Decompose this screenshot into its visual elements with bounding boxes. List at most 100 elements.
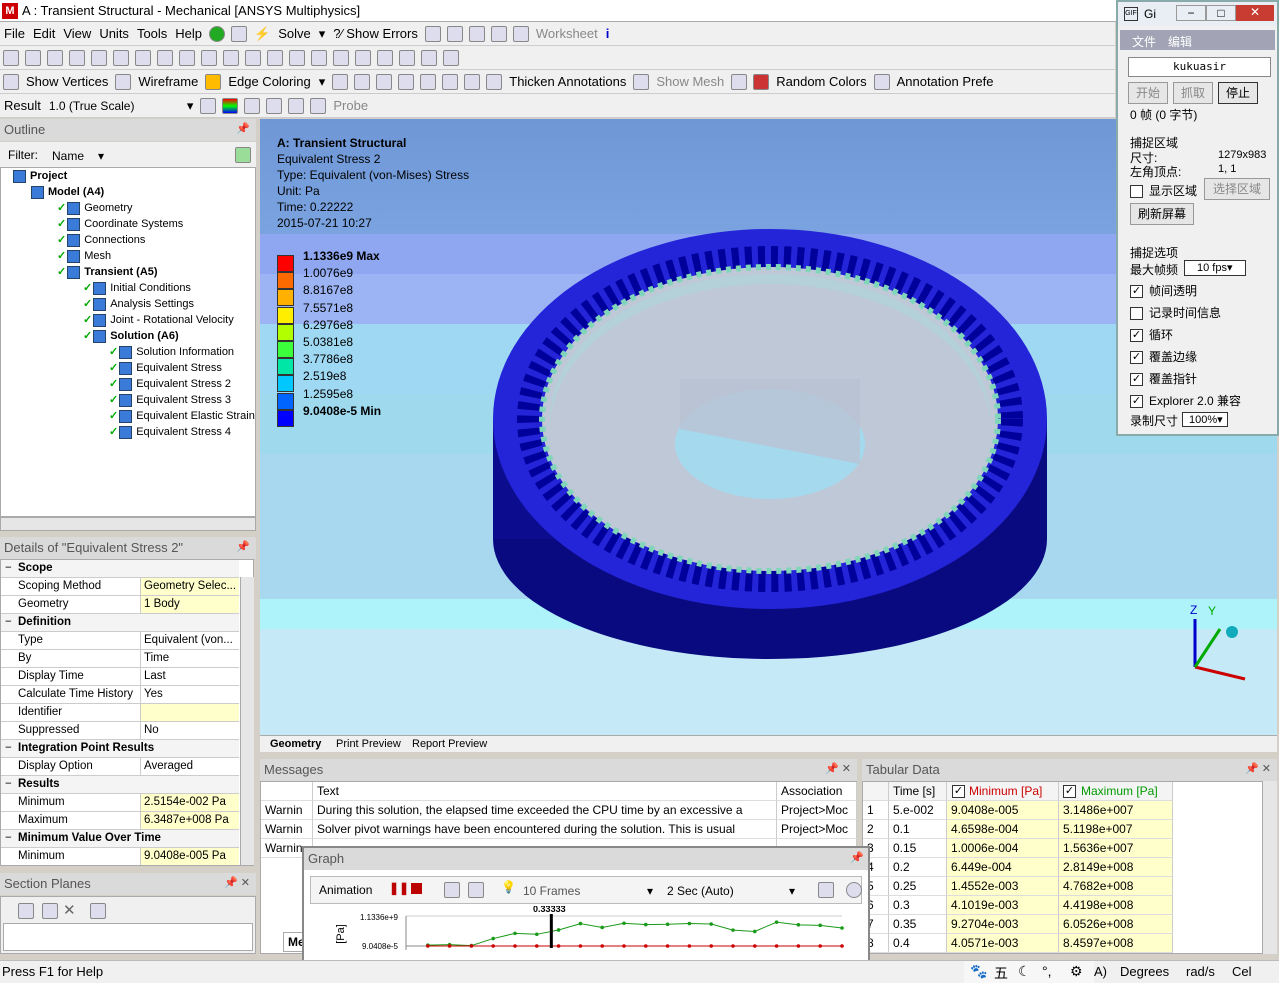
zoom-box-icon[interactable]	[289, 49, 305, 66]
pin-icon[interactable]: 📌	[850, 851, 864, 864]
settings-gear-icon[interactable]: ⚙	[1070, 963, 1083, 980]
moon-icon[interactable]: ☾	[1018, 963, 1031, 980]
geometry-display-icon[interactable]	[200, 97, 217, 114]
pan-icon[interactable]	[245, 49, 261, 66]
tree-item-equivalent-stress-2[interactable]: ✓ Equivalent Stress 2	[109, 376, 231, 392]
triad-axes-icon[interactable]: Z Y	[1180, 599, 1277, 689]
duration-dropdown[interactable]: 2 Sec (Auto)	[667, 884, 734, 898]
gif-option-checkbox[interactable]: ✓	[1130, 395, 1143, 409]
gif-user-field[interactable]: kukuasir	[1128, 57, 1271, 77]
table-cell[interactable]: 2.8149e+008	[1059, 858, 1173, 877]
menu-units[interactable]: Units	[99, 26, 129, 41]
table-cell[interactable]: 4.4198e+008	[1059, 896, 1173, 915]
frames-alt-icon[interactable]	[468, 882, 484, 898]
menu-help[interactable]: Help	[175, 26, 202, 41]
details-scrollbar[interactable]	[240, 577, 254, 865]
contour-icon[interactable]	[222, 97, 239, 114]
ime-toolbar[interactable]: 🐾 五 ☾ °, ⚙	[964, 961, 1094, 983]
table-cell[interactable]: 4.1019e-003	[947, 896, 1059, 915]
menu-tools[interactable]: Tools	[137, 26, 167, 41]
collapse-icon[interactable]: −	[5, 742, 12, 754]
tab-geometry[interactable]: Geometry	[270, 738, 321, 750]
tree-item-joint-rotational-velocity[interactable]: ✓ Joint - Rotational Velocity	[83, 312, 234, 328]
zoom-out-icon[interactable]	[399, 49, 415, 66]
message-assoc-cell[interactable]: Project>Moc	[777, 801, 857, 820]
gif-max-fps-select[interactable]: 10 fps▾	[1184, 260, 1246, 276]
gif-menu-edit[interactable]: 编辑	[1168, 33, 1192, 50]
tree-item-mesh[interactable]: ✓ Mesh	[57, 248, 111, 264]
tree-item-initial-conditions[interactable]: ✓ Initial Conditions	[83, 280, 191, 296]
window-icon[interactable]	[443, 49, 459, 66]
tree-item-solution[interactable]: ✓ Solution (A6)	[83, 328, 179, 344]
gif-menu-file[interactable]: 文件	[1132, 33, 1156, 50]
plane-icon[interactable]	[90, 903, 106, 919]
tag-icon[interactable]	[421, 49, 437, 66]
details-row[interactable]: − Integration Point Results	[1, 740, 239, 758]
close-button[interactable]: ✕	[1236, 5, 1274, 21]
table-cell[interactable]: 0.1	[889, 820, 947, 839]
outline-scrollbar[interactable]	[0, 517, 256, 531]
table-cell[interactable]: 9.0408e-005	[947, 801, 1059, 820]
status-unit-system[interactable]: A)	[1094, 964, 1107, 979]
edge-coloring-button[interactable]: Edge Coloring	[228, 74, 310, 89]
details-value[interactable]: Time	[140, 650, 239, 667]
edit-plane-icon[interactable]	[42, 903, 58, 919]
max-checkbox[interactable]: ✓	[1063, 785, 1076, 798]
gif-grab-button[interactable]: 抓取	[1173, 82, 1213, 104]
min-checkbox[interactable]: ✓	[952, 785, 965, 798]
col-association-header[interactable]: Association	[777, 782, 857, 801]
gif-start-button[interactable]: 开始	[1128, 82, 1168, 104]
details-value[interactable]: Yes	[140, 686, 239, 703]
message-assoc-cell[interactable]: Project>Moc	[777, 820, 857, 839]
punct-icon[interactable]: °,	[1042, 963, 1052, 979]
gif-select-area-button[interactable]: 选择区域	[1204, 178, 1270, 200]
table-cell[interactable]: 1	[863, 801, 889, 820]
tree-item-equivalent-stress-3[interactable]: ✓ Equivalent Stress 3	[109, 392, 231, 408]
min-icon[interactable]	[310, 97, 327, 114]
details-value[interactable]	[140, 704, 239, 721]
message-type-cell[interactable]: Warnin	[261, 820, 313, 839]
edge-select-icon[interactable]	[47, 49, 63, 66]
tree-item-equivalent-stress[interactable]: ✓ Equivalent Stress	[109, 360, 222, 376]
expand-icon[interactable]	[157, 49, 173, 66]
wubi-icon[interactable]: 五	[994, 963, 1008, 983]
gif-option-checkbox[interactable]: ✓	[1130, 329, 1143, 343]
abc-icon[interactable]	[446, 25, 463, 42]
zoom-icon[interactable]	[267, 49, 283, 66]
show-vertices-button[interactable]: Show Vertices	[26, 74, 108, 89]
menu-file[interactable]: File	[4, 26, 25, 41]
pointer-icon[interactable]	[113, 49, 129, 66]
pin-icon[interactable]: 📌	[236, 540, 250, 553]
status-temp-unit[interactable]: Cel	[1232, 964, 1252, 979]
table-cell[interactable]: 8.4597e+008	[1059, 934, 1173, 953]
worksheet-button[interactable]: Worksheet	[536, 26, 598, 41]
gif-option-checkbox[interactable]: ✓	[1130, 373, 1143, 387]
zoom-fit-icon[interactable]	[311, 49, 327, 66]
edge-icon-7[interactable]	[464, 73, 481, 90]
details-value[interactable]: 6.3487e+008 Pa	[140, 812, 239, 829]
table-cell[interactable]: 4.6598e-004	[947, 820, 1059, 839]
table-icon[interactable]	[512, 25, 529, 42]
table-cell[interactable]: 5.1198e+007	[1059, 820, 1173, 839]
tree-item-analysis-settings[interactable]: ✓ Analysis Settings	[83, 296, 194, 312]
scale-dropdown[interactable]: 1.0 (True Scale)	[49, 99, 179, 113]
collapse-icon[interactable]: −	[5, 562, 12, 574]
gif-stop-button[interactable]: 停止	[1218, 82, 1258, 104]
thicken-annotations-button[interactable]: Thicken Annotations	[509, 74, 626, 89]
pin-icon[interactable]: 📌	[236, 122, 250, 135]
details-value[interactable]: 1 Body	[140, 596, 239, 613]
edge-icon-1[interactable]	[332, 73, 349, 90]
face-select-icon[interactable]	[69, 49, 85, 66]
table-cell[interactable]: 6.449e-004	[947, 858, 1059, 877]
show-errors-button[interactable]: ?⁄ Show Errors	[333, 26, 418, 41]
gif-option-checkbox[interactable]	[1130, 307, 1143, 321]
body-select-icon[interactable]	[91, 49, 107, 66]
vector-icon[interactable]	[266, 97, 283, 114]
pin-icon[interactable]: 📌 ✕	[1245, 762, 1271, 775]
solve-dropdown-icon[interactable]: ▾	[319, 26, 326, 42]
pin-icon[interactable]: 📌 ✕	[224, 876, 250, 889]
tabular-scrollbar[interactable]	[1262, 781, 1277, 954]
select-mode-icon[interactable]	[3, 49, 19, 66]
menu-view[interactable]: View	[63, 26, 91, 41]
frames-dropdown[interactable]: 10 Frames	[523, 884, 580, 898]
